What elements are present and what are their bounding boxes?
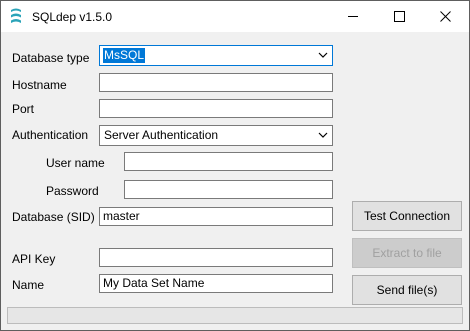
close-button[interactable] <box>423 1 469 32</box>
close-icon <box>440 11 451 22</box>
main-window: SQLdep v1.5.0 Database type MsSQL Hostna… <box>0 0 470 331</box>
database-type-value: MsSQL <box>103 48 146 63</box>
send-files-button[interactable]: Send file(s) <box>352 275 462 305</box>
port-label: Port <box>12 102 35 116</box>
title-bar[interactable]: SQLdep v1.5.0 <box>1 1 469 32</box>
chevron-down-icon <box>318 52 328 58</box>
database-type-label: Database type <box>12 51 90 65</box>
minimize-icon <box>348 16 358 17</box>
username-input[interactable] <box>124 152 333 171</box>
database-sid-input[interactable]: master <box>99 207 333 226</box>
test-connection-button[interactable]: Test Connection <box>352 201 462 231</box>
username-label: User name <box>46 156 105 170</box>
maximize-icon <box>394 11 405 22</box>
database-type-select[interactable]: MsSQL <box>99 45 333 66</box>
hostname-input[interactable] <box>99 73 333 92</box>
authentication-value: Server Authentication <box>104 128 219 142</box>
authentication-select[interactable]: Server Authentication <box>99 125 333 146</box>
password-input[interactable] <box>124 180 333 199</box>
name-input[interactable]: My Data Set Name <box>99 274 333 293</box>
chevron-down-icon <box>318 132 328 138</box>
progress-bar <box>7 307 463 324</box>
port-input[interactable] <box>99 99 333 118</box>
window-title: SQLdep v1.5.0 <box>32 10 113 24</box>
minimize-button[interactable] <box>331 1 377 32</box>
sqldep-logo-icon <box>11 8 21 23</box>
api-key-input[interactable] <box>99 248 333 267</box>
password-label: Password <box>46 184 99 198</box>
name-label: Name <box>12 278 45 292</box>
maximize-button[interactable] <box>377 1 423 32</box>
database-sid-label: Database (SID) <box>12 210 95 224</box>
authentication-label: Authentication <box>12 128 89 142</box>
api-key-label: API Key <box>12 252 56 266</box>
hostname-label: Hostname <box>12 78 67 92</box>
extract-to-file-button[interactable]: Extract to file <box>352 238 462 268</box>
